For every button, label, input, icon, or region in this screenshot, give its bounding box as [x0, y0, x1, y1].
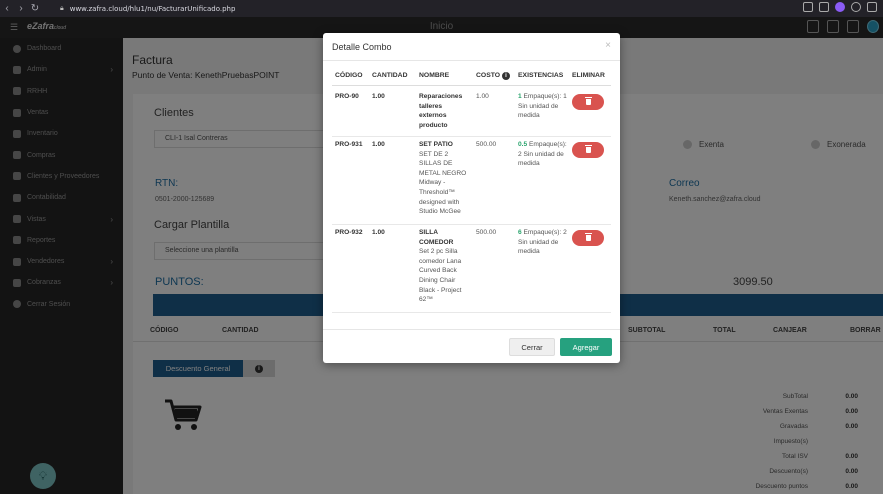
address-bar[interactable]: www.zafra.cloud/hlu1/nu/FacturarUnificad… [70, 5, 236, 13]
close-icon[interactable]: × [605, 40, 611, 51]
product-description: SET DE 2 SILLAS DE METAL NEGRO Midway - … [419, 150, 467, 216]
cell-nombre: Reparaciones talleres externos producto [419, 92, 469, 130]
cell-cantidad: 1.00 [372, 93, 385, 100]
header-codigo: CÓDIGO [335, 72, 363, 79]
delete-button[interactable] [572, 94, 604, 110]
cell-nombre: SET PATIO SET DE 2 SILLAS DE METAL NEGRO … [419, 140, 469, 217]
header-costo: COSTO i [476, 72, 510, 80]
cell-codigo: PRO-90 [335, 93, 359, 100]
stock-quantity: 0.5 [518, 141, 528, 148]
trash-icon [584, 97, 592, 105]
cell-costo: 500.00 [476, 229, 497, 236]
modal-title: Detalle Combo [332, 42, 392, 52]
trash-icon [584, 145, 592, 153]
cerrar-button[interactable]: Cerrar [509, 338, 555, 356]
reload-icon[interactable]: ↻ [28, 3, 42, 14]
cell-codigo: PRO-931 [335, 141, 363, 148]
product-name: Reparaciones talleres externos producto [419, 93, 463, 129]
cell-existencias: 0.5 Empaque(s): 2 Sin unidad de medida [518, 140, 568, 169]
cell-existencias: 6 Empaque(s): 2 Sin unidad de medida [518, 228, 568, 257]
cell-nombre: SILLA COMEDOR Set 2 pc Silla comedor Lana… [419, 228, 469, 305]
stock-detail: Empaque(s): 2 Sin unidad de medida [518, 229, 567, 256]
row-divider [332, 136, 611, 137]
product-name: SET PATIO [419, 141, 453, 148]
stock-quantity: 6 [518, 229, 522, 236]
browser-toolbar: ‹ › ↻ 🔒︎ www.zafra.cloud/hlu1/nu/Factura… [0, 0, 883, 17]
agregar-button[interactable]: Agregar [560, 338, 612, 356]
cell-cantidad: 1.00 [372, 229, 385, 236]
modal-footer-divider [323, 329, 620, 330]
stock-quantity: 1 [518, 93, 522, 100]
detalle-combo-modal: Detalle Combo × CÓDIGO CANTIDAD NOMBRE C… [323, 33, 620, 363]
header-nombre: NOMBRE [419, 72, 450, 79]
product-name: SILLA COMEDOR [419, 229, 454, 246]
cell-cantidad: 1.00 [372, 141, 385, 148]
cell-codigo: PRO-932 [335, 229, 363, 236]
cell-costo: 500.00 [476, 141, 497, 148]
delete-button[interactable] [572, 230, 604, 246]
modal-header: Detalle Combo × [323, 33, 620, 61]
forward-icon[interactable]: › [14, 3, 28, 14]
info-icon: i [501, 72, 510, 80]
cell-existencias: 1 Empaque(s): 1 Sin unidad de medida [518, 92, 568, 121]
cell-costo: 1.00 [476, 93, 489, 100]
delete-button[interactable] [572, 142, 604, 158]
menu-icon[interactable] [867, 2, 877, 12]
row-divider [332, 224, 611, 225]
row-divider [332, 312, 611, 313]
share-icon[interactable] [803, 2, 813, 12]
trash-icon [584, 233, 592, 241]
header-divider [332, 85, 611, 86]
header-existencias: EXISTENCIAS [518, 72, 564, 79]
send-icon[interactable] [851, 2, 861, 12]
product-description: Set 2 pc Silla comedor Lana Curved Back … [419, 248, 462, 304]
header-cantidad: CANTIDAD [372, 72, 408, 79]
extension-icon[interactable] [835, 2, 845, 12]
header-eliminar: ELIMINAR [572, 72, 605, 79]
back-icon[interactable]: ‹ [0, 3, 14, 14]
stock-detail: Empaque(s): 1 Sin unidad de medida [518, 93, 567, 120]
camera-icon[interactable] [819, 2, 829, 12]
lock-icon: 🔒︎ [60, 4, 64, 12]
